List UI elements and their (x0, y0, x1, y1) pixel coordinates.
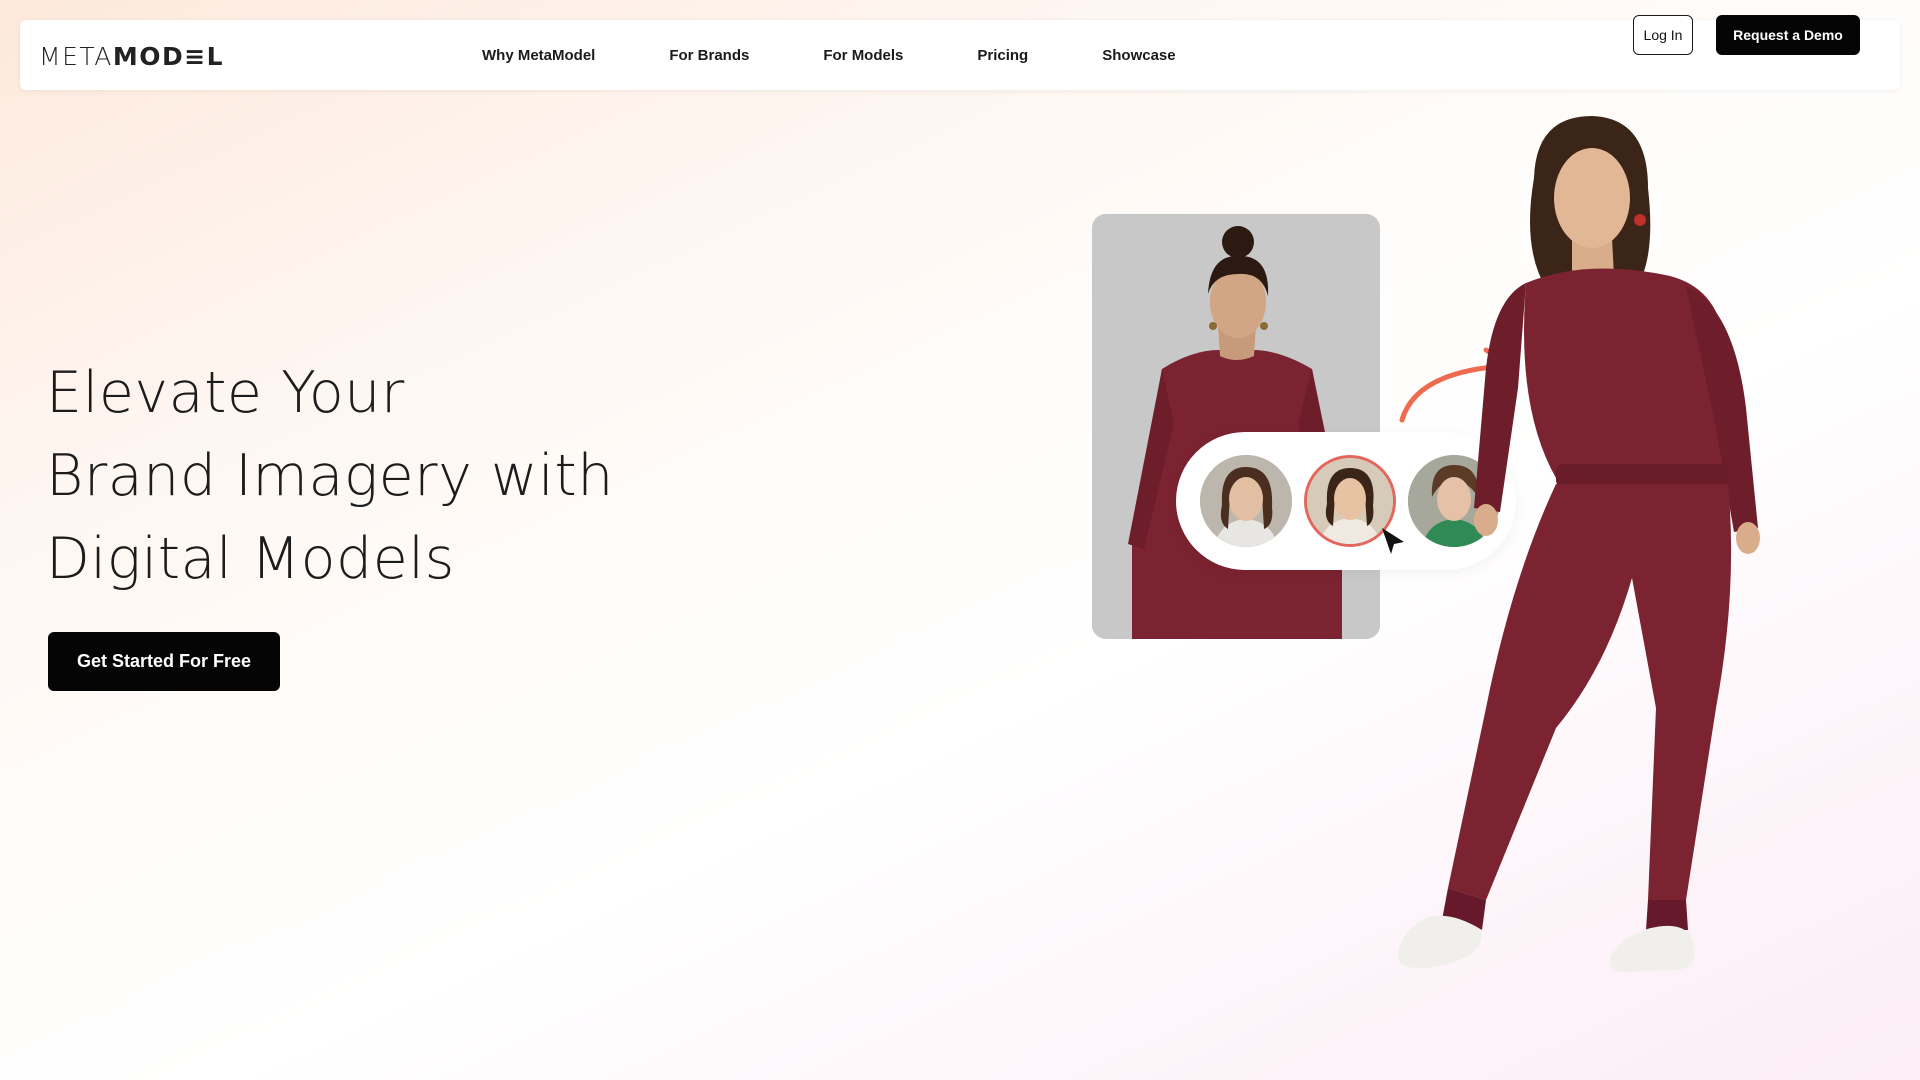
hero-title-line-3: Digital Models (46, 526, 455, 592)
top-navbar: META MOD≡L Why MetaModel For Brands For … (20, 20, 1900, 90)
source-model-illustration (1092, 214, 1380, 639)
nav-link-showcase[interactable]: Showcase (1102, 47, 1175, 64)
hero-title: Elevate Your Brand Imagery with Digital … (46, 352, 746, 601)
face-avatar-1 (1200, 455, 1292, 547)
source-model-photo (1092, 214, 1380, 639)
hero-title-line-2: Brand Imagery with (46, 443, 614, 509)
nav-link-for-models[interactable]: For Models (823, 47, 903, 64)
logo-bold-text: MOD≡L (112, 41, 225, 71)
metamodel-logo[interactable]: META MOD≡L (39, 41, 224, 71)
main-nav: Why MetaModel For Brands For Models Pric… (482, 20, 1250, 90)
request-demo-button[interactable]: Request a Demo (1716, 15, 1860, 55)
login-button[interactable]: Log In (1633, 15, 1693, 55)
nav-link-for-brands[interactable]: For Brands (669, 47, 749, 64)
nav-link-pricing[interactable]: Pricing (977, 47, 1028, 64)
face-option-1[interactable] (1200, 455, 1292, 547)
logo-light-text: META (39, 41, 113, 71)
nav-link-why-metamodel[interactable]: Why MetaModel (482, 47, 595, 64)
generated-model-illustration (1397, 116, 1760, 972)
hero-title-line-1: Elevate Your (46, 360, 405, 426)
get-started-button[interactable]: Get Started For Free (48, 632, 280, 691)
